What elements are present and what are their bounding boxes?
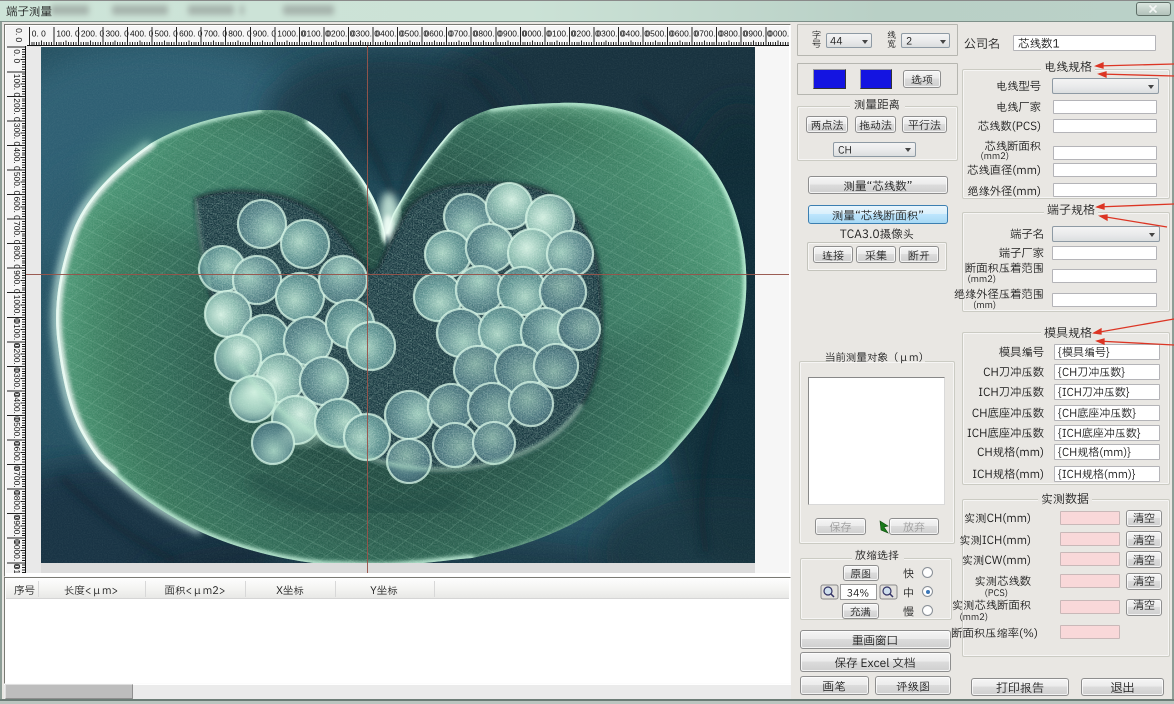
svg-text:400. 0: 400. 0 [130,29,154,39]
svg-text:100. 0: 100. 0 [12,74,22,98]
svg-text:600. 0: 600. 0 [12,197,22,221]
svg-text:800. 0: 800. 0 [228,29,252,39]
svg-text:500. 0: 500. 0 [12,172,22,196]
svg-text:600. 0: 600. 0 [179,29,203,39]
svg-text:500. 0: 500. 0 [155,29,179,39]
svg-text:700. 0: 700. 0 [204,29,228,39]
svg-text:400. 0: 400. 0 [12,147,22,171]
svg-text:0. 0: 0. 0 [32,29,46,39]
svg-text:300. 0: 300. 0 [12,123,22,147]
svg-text:700. 0: 700. 0 [12,221,22,245]
svg-text:200. 0: 200. 0 [81,29,105,39]
svg-text:0000. 0: 0000. 0 [768,29,789,39]
svg-text:900. 0: 900. 0 [253,29,277,39]
svg-text:200. 0: 200. 0 [12,98,22,122]
svg-text:900. 0: 900. 0 [12,270,22,294]
svg-text:100. 0: 100. 0 [56,29,80,39]
svg-text:0100. 0: 0100. 0 [12,565,22,573]
svg-text:0. 0: 0. 0 [12,49,22,63]
svg-text:300. 0: 300. 0 [106,29,130,39]
svg-text:800. 0: 800. 0 [12,246,22,270]
